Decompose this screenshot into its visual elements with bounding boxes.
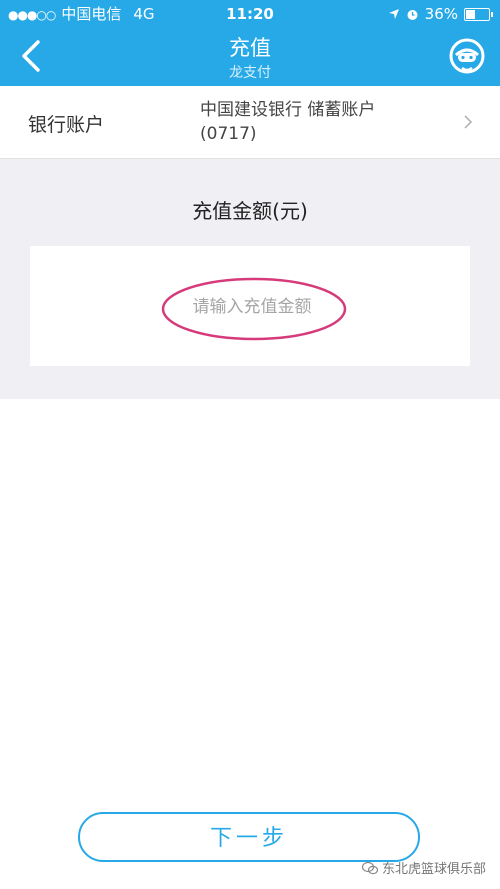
- location-icon: [388, 9, 399, 19]
- amount-input[interactable]: [30, 246, 474, 368]
- page-title: 充值: [229, 36, 271, 60]
- status-bar: ●●●○○ 中国电信 4G 11:20 36%: [0, 0, 500, 28]
- battery-icon: [464, 7, 493, 21]
- customer-service-icon: [449, 38, 485, 74]
- top-header: ●●●○○ 中国电信 4G 11:20 36% 充值 龙支付: [0, 0, 500, 86]
- bank-account-row[interactable]: 银行账户 中国建设银行 储蓄账户 (0717): [0, 86, 500, 159]
- watermark: 东北虎篮球俱乐部: [361, 858, 486, 877]
- page-subtitle: 龙支付: [229, 65, 271, 81]
- customer-service-button[interactable]: [448, 37, 486, 75]
- alarm-icon: [407, 9, 418, 20]
- next-step-button[interactable]: 下一步: [78, 812, 420, 862]
- chevron-right-icon: [464, 115, 473, 129]
- amount-title: 充值金额(元): [192, 199, 308, 223]
- amount-box: [30, 246, 474, 368]
- bank-account-label: 银行账户: [28, 114, 105, 136]
- battery-percent: 36%: [424, 5, 458, 23]
- watermark-text: 东北虎篮球俱乐部: [381, 862, 486, 877]
- bank-account-value: 中国建设银行 储蓄账户 (0717): [200, 98, 440, 146]
- wechat-icon: [361, 861, 378, 874]
- bank-account-name: 中国建设银行 储蓄账户: [200, 100, 376, 120]
- status-right: 36%: [388, 0, 493, 28]
- amount-section: 充值金额(元): [0, 159, 500, 399]
- bank-account-number: (0717): [200, 124, 257, 144]
